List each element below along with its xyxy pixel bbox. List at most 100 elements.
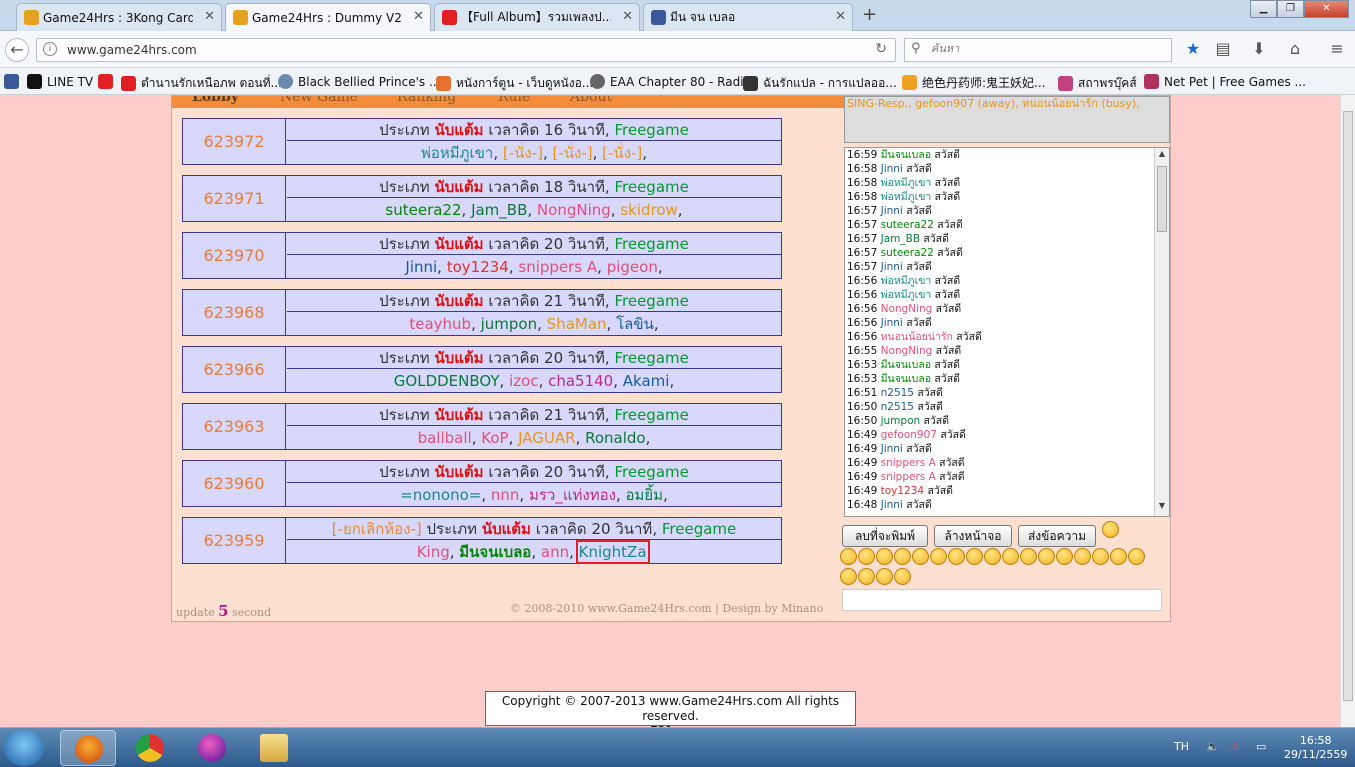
emoticon-icon[interactable] <box>1002 548 1019 565</box>
menu-icon[interactable]: ≡ <box>1326 39 1348 61</box>
game-room[interactable]: 623971 ประเภท นับแต้ม เวลาคิด 18 วินาที, … <box>182 175 782 222</box>
player-name[interactable]: Akami <box>623 372 670 390</box>
player-name[interactable]: มรว_แท่งทอง <box>529 486 616 504</box>
emoticon-icon[interactable] <box>876 548 893 565</box>
close-icon[interactable]: ✕ <box>622 9 633 24</box>
emoticon-icon[interactable] <box>1110 548 1127 565</box>
emoticon-icon[interactable] <box>876 568 893 585</box>
game-id[interactable]: 623959 <box>183 518 286 563</box>
bookmark-black-bellied[interactable]: Black Bellied Prince's ... <box>278 74 440 89</box>
chat-user[interactable]: Jinni <box>881 261 903 273</box>
player-name[interactable]: GOLDDENBOY <box>394 372 500 390</box>
player-name[interactable]: izoc <box>509 372 538 390</box>
menu-new-game[interactable]: New Game <box>280 96 358 105</box>
taskbar-media[interactable] <box>184 730 240 766</box>
tab-youtube[interactable]: 【Full Album】รวมเพลงป... ✕ <box>434 3 640 31</box>
language-indicator[interactable]: TH <box>1174 740 1189 753</box>
chat-user[interactable]: jumpon <box>881 415 921 427</box>
bookmark-sathaporn[interactable]: สถาพรบุ๊คส์ <box>1058 74 1137 93</box>
player-name[interactable]: pigeon <box>607 258 658 276</box>
player-name[interactable]: =nonono= <box>400 486 481 504</box>
player-name[interactable]: King <box>417 543 450 561</box>
chat-user[interactable]: gefoon907 <box>881 429 937 441</box>
emoticon-icon[interactable] <box>1038 548 1055 565</box>
address-bar[interactable]: i www.game24hrs.com ↻ <box>36 38 896 62</box>
chat-user[interactable]: หนอนน้อยน่ารัก <box>881 331 953 343</box>
scroll-thumb[interactable] <box>1157 166 1167 232</box>
chat-input[interactable] <box>842 589 1162 611</box>
chat-user[interactable]: มีนจนเบลอ <box>881 373 931 385</box>
emoticon-icon[interactable] <box>1128 548 1145 565</box>
chat-user[interactable]: พ่อหมีภูเขา <box>881 191 932 203</box>
tab-3kong[interactable]: Game24Hrs : 3Kong Card V... ✕ <box>16 3 222 31</box>
emoticon-icon[interactable] <box>840 548 857 565</box>
bookmark-drama[interactable]: ตำนานรักเหนือภพ ตอนที่... <box>121 74 282 93</box>
player-name[interactable]: มีนจนเบลอ <box>459 543 531 561</box>
chat-user[interactable]: NongNing <box>881 303 933 315</box>
player-name[interactable]: พ่อหมีภูเขา <box>421 144 493 162</box>
chat-user[interactable]: Jam_BB <box>881 233 920 245</box>
start-button[interactable] <box>4 730 44 766</box>
chat-user[interactable]: toy1234 <box>881 485 924 497</box>
close-icon[interactable]: ✕ <box>204 9 215 24</box>
emoticon-icon[interactable] <box>1056 548 1073 565</box>
game-room[interactable]: 623966 ประเภท นับแต้ม เวลาคิด 20 วินาที, … <box>182 346 782 393</box>
player-name[interactable]: โลขิน <box>616 315 654 333</box>
player-name[interactable]: JAGUAR <box>518 429 575 447</box>
player-name[interactable]: skidrow <box>620 201 677 219</box>
player-name[interactable]: KoP <box>481 429 508 447</box>
game-room[interactable]: 623972 ประเภท นับแต้ม เวลาคิด 16 วินาที, … <box>182 118 782 165</box>
player-name[interactable]: อมยิ้ม <box>625 486 663 504</box>
player-name[interactable]: nnn <box>491 486 520 504</box>
volume-icon[interactable]: 🔈 <box>1206 740 1220 753</box>
emoticon-icon[interactable] <box>984 548 1001 565</box>
emoticon-icon[interactable] <box>930 548 947 565</box>
taskbar-explorer[interactable] <box>246 730 302 766</box>
chat-user[interactable]: snippers A <box>881 471 936 483</box>
tab-dummy[interactable]: Game24Hrs : Dummy V2.0 ✕ <box>225 3 431 31</box>
send-message-button[interactable]: ส่งข้อความ <box>1018 525 1096 547</box>
chat-user[interactable]: Jinni <box>881 205 903 217</box>
game-room[interactable]: 623970 ประเภท นับแต้ม เวลาคิด 20 วินาที, … <box>182 232 782 279</box>
page-scrollbar[interactable] <box>1340 95 1355 727</box>
menu-about[interactable]: About <box>570 96 612 105</box>
game-room[interactable]: 623968 ประเภท นับแต้ม เวลาคิด 21 วินาที, … <box>182 289 782 336</box>
menu-lobby[interactable]: Lobby <box>192 96 239 105</box>
chat-user[interactable]: Jinni <box>881 163 903 175</box>
emoticon-icon[interactable] <box>948 548 965 565</box>
search-input[interactable] <box>931 42 1161 55</box>
game-id[interactable]: 623966 <box>183 347 286 392</box>
clear-input-button[interactable]: ลบที่จะพิมพ์ <box>842 525 928 547</box>
player-name[interactable]: NongNing <box>537 201 611 219</box>
player-name[interactable]: [-นั่ง-] <box>503 144 543 162</box>
player-name[interactable]: jumpon <box>481 315 538 333</box>
back-button[interactable]: ← <box>5 38 29 62</box>
player-name[interactable]: [-นั่ง-] <box>602 144 642 162</box>
player-name[interactable]: KnightZa <box>575 540 650 564</box>
emoticon-icon[interactable] <box>966 548 983 565</box>
chat-user[interactable]: NongNing <box>881 345 933 357</box>
bookmark-netpet[interactable]: Net Pet | Free Games ... <box>1144 74 1306 89</box>
emoticon-icon[interactable] <box>840 568 857 585</box>
emoticon-icon[interactable] <box>1020 548 1037 565</box>
chat-user[interactable]: มีนจนเบลอ <box>881 359 931 371</box>
scroll-up-icon[interactable]: ▲ <box>1155 149 1169 163</box>
player-name[interactable]: ballball <box>418 429 472 447</box>
close-window-button[interactable]: ✕ <box>1304 0 1349 18</box>
bookmark-translation[interactable]: ฉันรักแปล - การแปลออ... <box>743 74 897 93</box>
game-id[interactable]: 623960 <box>183 461 286 506</box>
bookmark-youtube[interactable] <box>98 74 118 89</box>
chat-user[interactable]: พ่อหมีภูเขา <box>881 275 932 287</box>
player-name[interactable]: Jam_BB <box>471 201 527 219</box>
game-id[interactable]: 623970 <box>183 233 286 278</box>
game-id[interactable]: 623971 <box>183 176 286 221</box>
game-id[interactable]: 623963 <box>183 404 286 449</box>
home-icon[interactable]: ⌂ <box>1284 39 1306 61</box>
bookmark-linetv[interactable]: LINE TV <box>27 74 93 89</box>
page-scroll-thumb[interactable] <box>1343 111 1353 701</box>
info-icon[interactable]: i <box>43 42 57 56</box>
search-box[interactable]: ⚲ <box>904 38 1172 62</box>
emoticon-icon[interactable] <box>1074 548 1091 565</box>
game-room[interactable]: 623960 ประเภท นับแต้ม เวลาคิด 20 วินาที, … <box>182 460 782 507</box>
player-name[interactable]: Jinni <box>405 258 437 276</box>
